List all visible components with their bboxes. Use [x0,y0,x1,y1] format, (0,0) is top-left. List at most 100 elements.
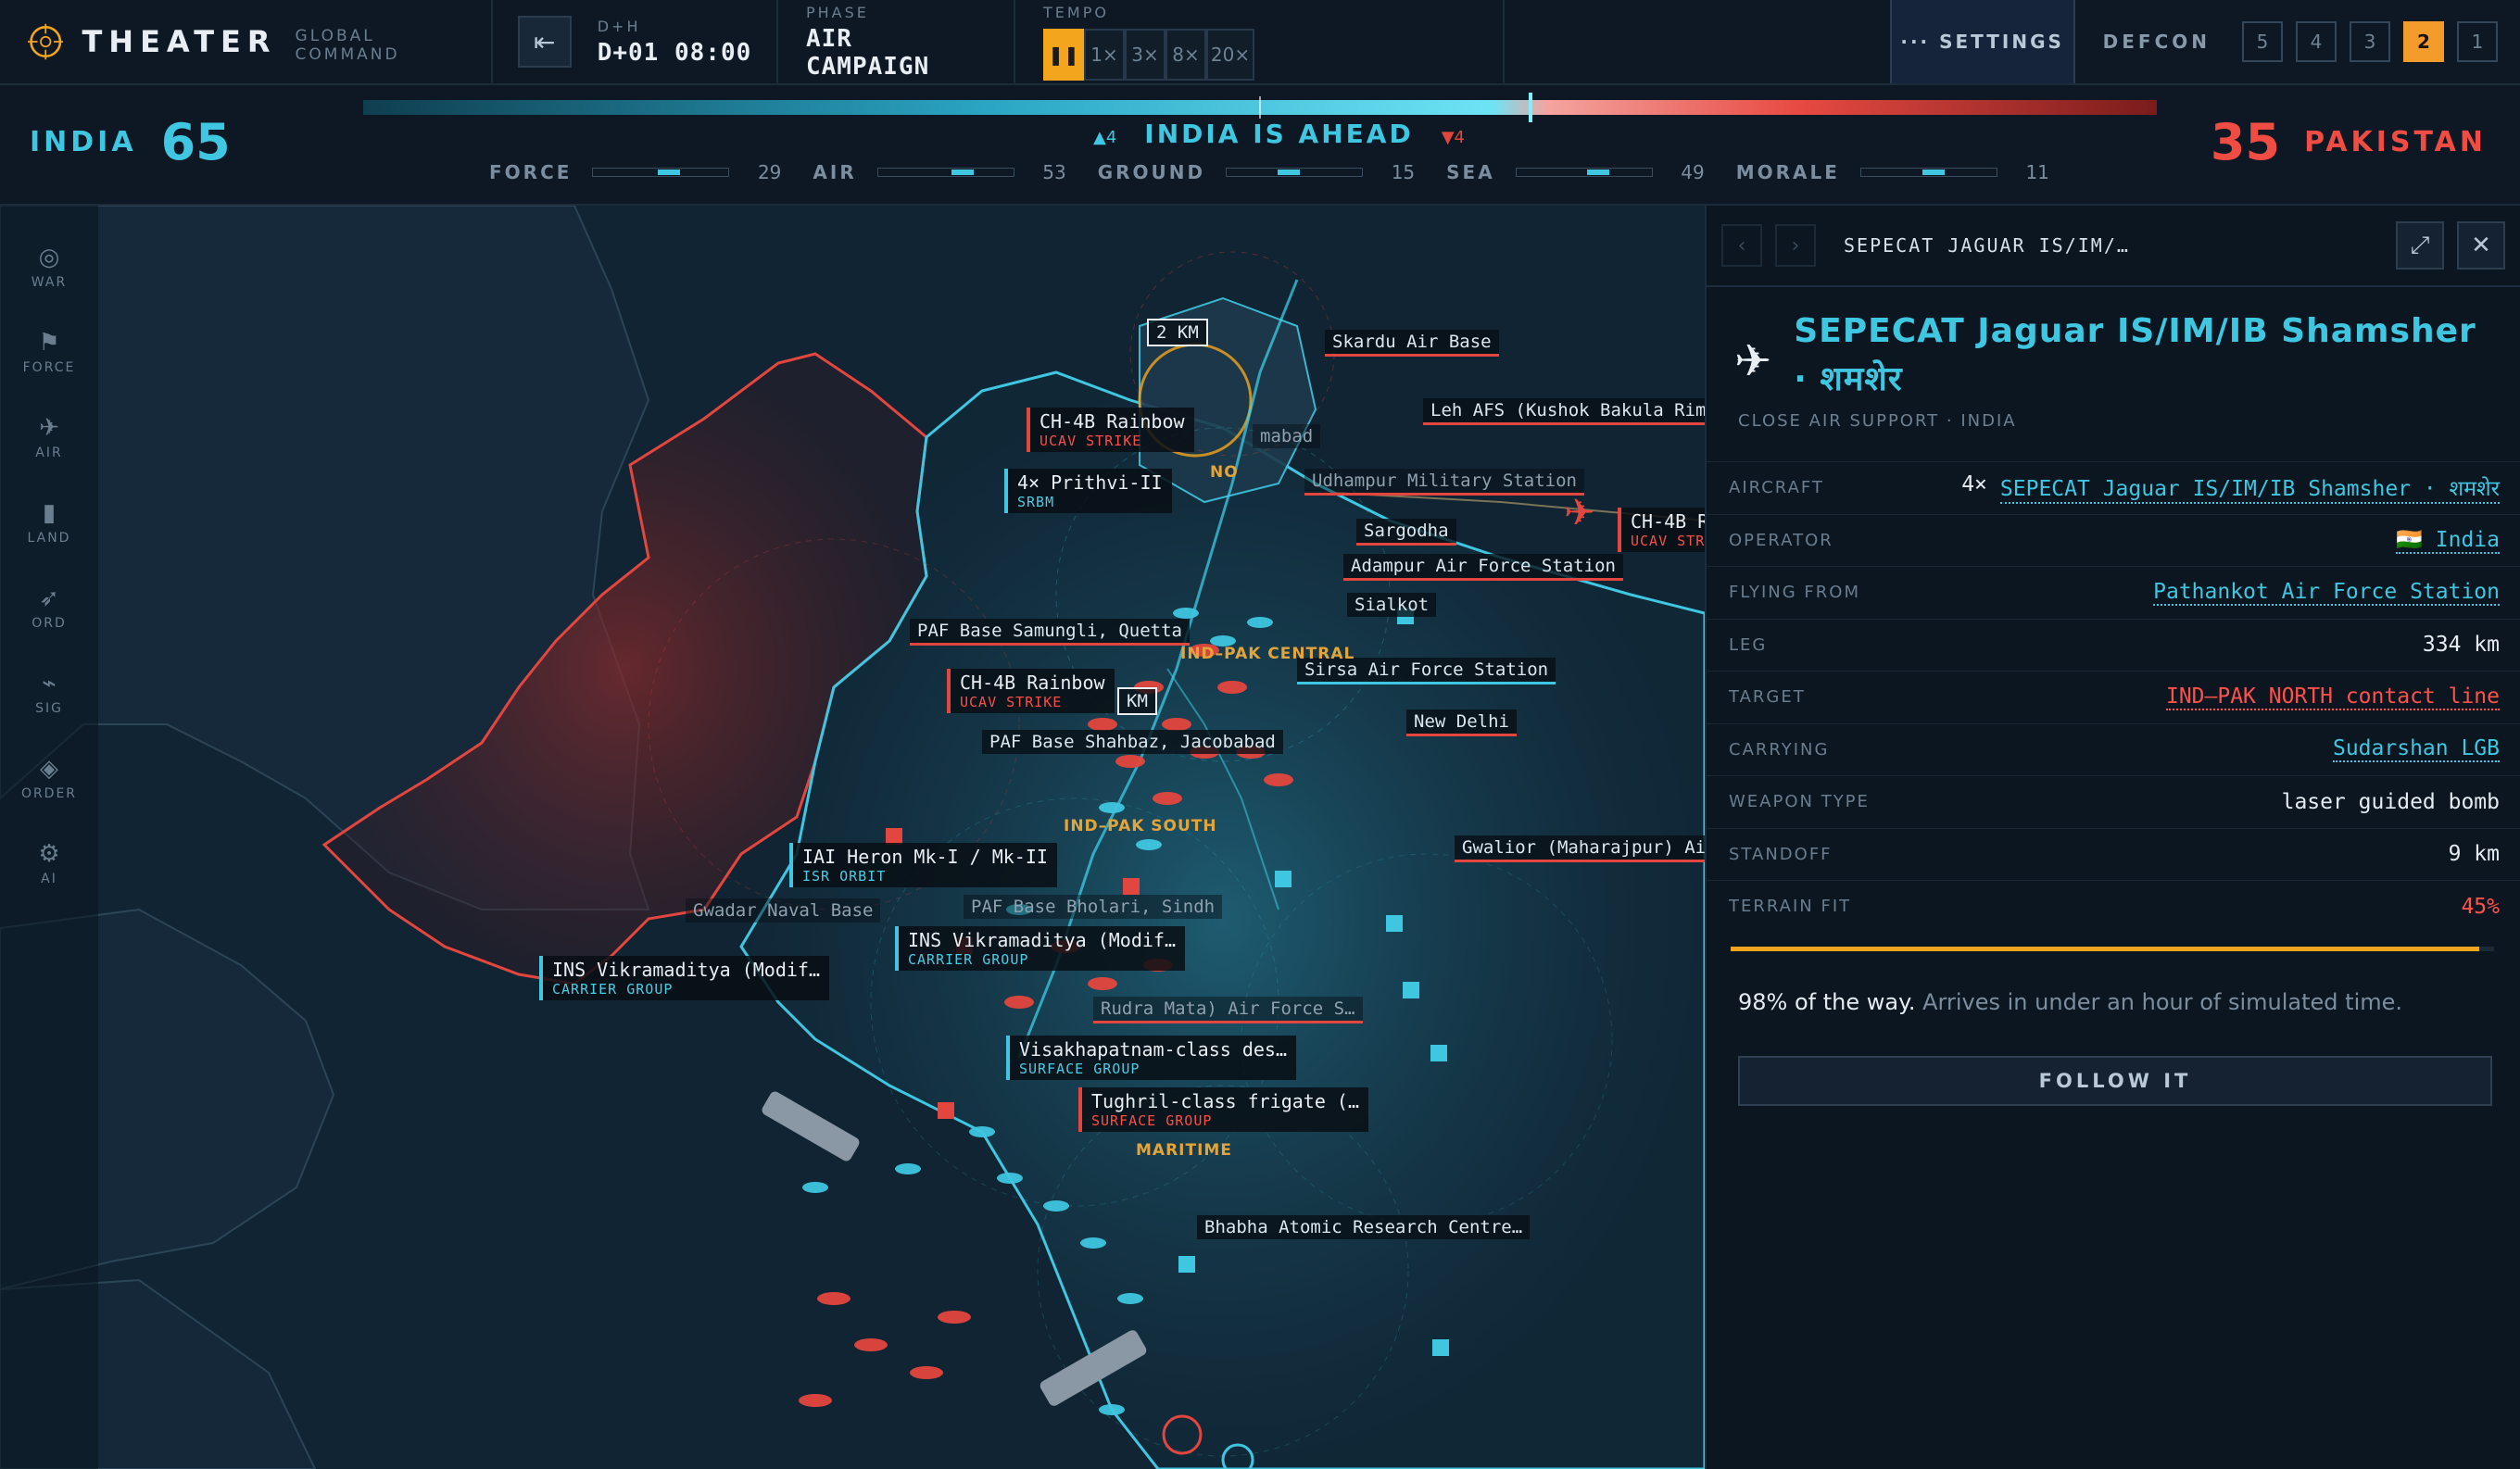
clock-cell: ⇤ D+H D+01 08:00 [493,0,778,83]
pakistan-score-value: 35 [2210,113,2281,171]
place-label-sialkot[interactable]: Sialkot [1347,593,1437,617]
row-target: TARGET IND–PAK NORTH contact line [1707,671,2520,723]
place-label-new-delhi[interactable]: New Delhi [1406,709,1517,736]
defcon-5-button[interactable]: 5 [2242,21,2283,62]
place-label-sargodha[interactable]: Sargodha [1356,519,1456,546]
defcon-1-button[interactable]: 1 [2457,21,2498,62]
unit-label-heron[interactable]: IAI Heron Mk-I / Mk-II ISR ORBIT [789,843,1057,887]
rail-item-air[interactable]: ✈ AIR [0,395,98,480]
expand-button[interactable]: ⤢ [2396,221,2444,270]
detail-table: AIRCRAFT 4× SEPECAT Jaguar IS/IM/IB Sham… [1707,461,2520,933]
flying-from-link[interactable]: Pathankot Air Force Station [2153,580,2500,606]
settings-button[interactable]: ··· SETTINGS [1889,0,2075,83]
defcon-3-button[interactable]: 3 [2350,21,2390,62]
place-label-rudra-mata[interactable]: Rudra Mata) Air Force S… [1093,997,1363,1023]
aircraft-icon: ✈ [1734,335,1772,387]
unit-label-visakhapatnam[interactable]: Visakhapatnam-class des… SURFACE GROUP [1006,1036,1296,1080]
place-label-leh[interactable]: Leh AFS (Kushok Bakula Rimpo [1423,398,1705,425]
follow-button[interactable]: FOLLOW IT [1738,1056,2492,1106]
rail-item-land[interactable]: ▮ LAND [0,480,98,565]
front-label-central[interactable]: IND–PAK CENTRAL [1180,645,1354,663]
close-button[interactable]: ✕ [2457,221,2505,270]
lead-text: INDIA IS AHEAD [1144,119,1414,149]
rail-label: ORDER [20,786,78,801]
svg-text:✈: ✈ [1564,492,1595,534]
front-label-maritime[interactable]: MARITIME [1136,1141,1232,1160]
rail-label: FORCE [22,360,76,375]
lead-down: ▼4 [1441,128,1465,147]
tempo-1x-button[interactable]: 1× [1084,28,1125,81]
row-key: TERRAIN FIT [1729,897,1852,917]
place-label-islamabad[interactable]: mabad [1253,424,1321,448]
phase-label: PHASE [806,3,869,21]
aircraft-link[interactable]: SEPECAT Jaguar IS/IM/IB Shamsher · शमशेर [1999,472,2500,504]
tempo-8x-button[interactable]: 8× [1166,28,1206,81]
place-label-udhampur[interactable]: Udhampur Military Station [1304,469,1584,496]
crosshair-logo-icon [28,23,64,60]
unit-header: ✈ SEPECAT Jaguar IS/IM/IB Shamsher · शमश… [1707,308,2520,404]
unit-label-ch4b-north[interactable]: CH-4B Rainbow UCAV STRIKE [1027,408,1194,452]
rail-item-war[interactable]: ◎ WAR [0,224,98,309]
tempo-3x-button[interactable]: 3× [1125,28,1166,81]
theater-map[interactable]: ✈ Skardu Air Base Leh AFS (Kushok Bakula… [0,206,1705,1469]
rail-item-ordnance[interactable]: ➶ ORD [0,565,98,650]
row-standoff: STANDOFF 9 km [1707,827,2520,881]
unit-name: Tughril-class frigate (… [1091,1090,1359,1112]
row-leg: LEG 334 km [1707,618,2520,672]
tempo-20x-button[interactable]: 20× [1206,28,1254,81]
range-label: 2 KM [1147,319,1208,346]
rail-item-force[interactable]: ⚑ FORCE [0,309,98,395]
row-key: FLYING FROM [1729,583,1860,603]
rail-item-signal[interactable]: ⌁ SIG [0,650,98,735]
defcon-2-button[interactable]: 2 [2403,21,2444,62]
place-label-skardu[interactable]: Skardu Air Base [1325,330,1499,357]
panel-title: SEPECAT JAGUAR IS/IM/… [1844,234,2130,257]
expand-icon: ⤢ [2410,231,2430,259]
unit-label-tughril[interactable]: Tughril-class frigate (… SURFACE GROUP [1078,1087,1368,1132]
rail-item-ai[interactable]: ⚙ AI [0,821,98,906]
place-label-bhabha[interactable]: Bhabha Atomic Research Centre… [1197,1215,1531,1239]
place-label-bholari[interactable]: PAF Base Bholari, Sindh [964,895,1223,919]
row-key: STANDOFF [1729,844,1833,864]
unit-name: CH-4B Rainbow [960,672,1105,694]
unit-label-vikramaditya-2[interactable]: INS Vikramaditya (Modif… CARRIER GROUP [539,956,829,1000]
progress-main: 98% of the way. [1738,989,1916,1015]
unit-label-vikramaditya-1[interactable]: INS Vikramaditya (Modif… CARRIER GROUP [895,926,1185,971]
front-label-north[interactable]: NO [1210,463,1239,482]
signal-icon: ⌁ [42,670,57,697]
panel-header: ‹ › SEPECAT JAGUAR IS/IM/… ⤢ ✕ [1707,206,2520,287]
row-key: CARRYING [1729,739,1830,760]
place-label-adampur[interactable]: Adampur Air Force Station [1343,554,1623,581]
back-button[interactable]: ⇤ [517,16,572,68]
pause-button[interactable]: ❚❚ [1043,28,1084,81]
unit-title-line1: SEPECAT Jaguar IS/IM/IB Shamsher [1794,312,2476,350]
row-key: LEG [1729,634,1768,655]
row-key: AIRCRAFT [1729,478,1824,498]
defcon-4-button[interactable]: 4 [2296,21,2337,62]
place-label-samungli[interactable]: PAF Base Samungli, Quetta [910,619,1190,646]
flight-progress-fill [1731,947,2479,951]
unit-name: IAI Heron Mk-I / Mk-II [802,846,1048,868]
place-label-jacobabad[interactable]: PAF Base Shahbaz, Jacobabad [982,730,1283,754]
place-label-gwalior[interactable]: Gwalior (Maharajpur) Air [1455,835,1705,862]
place-label-gwadar[interactable]: Gwadar Naval Base [686,898,881,923]
stat-label: GROUND [1097,161,1206,183]
defcon-selector: DEFCON 5 4 3 2 1 [2075,0,2520,83]
stat-value: 49 [1681,161,1705,183]
prev-unit-button[interactable]: ‹ [1721,224,1762,267]
operator-link[interactable]: 🇮🇳 India [2396,527,2500,554]
unit-label-ch4b-south[interactable]: CH-4B Rainbow UCAV STRIKE [947,669,1115,713]
next-unit-button[interactable]: › [1775,224,1816,267]
unit-name: CH-4B Ra [1631,510,1705,533]
score-bar: INDIA 65 ▲4 INDIA IS AHEAD ▼4 FORCE 29 A… [0,85,2520,206]
map-canvas[interactable]: ✈ [0,206,1705,1469]
ordnance-icon: ➶ [39,584,59,612]
target-link[interactable]: IND–PAK NORTH contact line [2165,684,2500,710]
unit-label-prithvi[interactable]: 4× Prithvi-II SRBM [1004,469,1172,513]
rail-item-order[interactable]: ◈ ORDER [0,735,98,821]
carrying-link[interactable]: Sudarshan LGB [2332,736,2500,763]
front-label-south[interactable]: IND–PAK SOUTH [1064,817,1217,835]
rail-label: AI [41,872,57,886]
unit-label-ch4b-east[interactable]: CH-4B Ra UCAV STRI [1618,508,1705,552]
row-weapon-type: WEAPON TYPE laser guided bomb [1707,775,2520,828]
